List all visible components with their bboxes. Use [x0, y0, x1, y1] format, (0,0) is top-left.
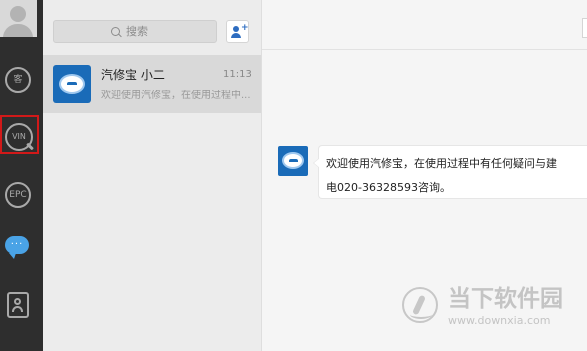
- message-sender-avatar: [278, 146, 308, 176]
- contacts-icon[interactable]: [7, 292, 29, 318]
- magnifier-handle: [26, 142, 34, 151]
- search-icon: [111, 27, 120, 36]
- message-text: 欢迎使用汽修宝，在使用过程中有任何疑问与建 电020-36328593咨询。: [326, 152, 587, 200]
- avatar-body: [3, 24, 33, 37]
- watermark-name: 当下软件园: [448, 286, 563, 312]
- watermark-logo-icon: [402, 287, 438, 323]
- conversation-preview: 欢迎使用汽修宝，在使用过程中...: [101, 90, 251, 101]
- conversation-list-panel: 搜索 + 汽修宝 小二 11:13 欢迎使用汽修宝，在使用过程中...: [43, 0, 262, 351]
- message-bubble: 欢迎使用汽修宝，在使用过程中有任何疑问与建 电020-36328593咨询。: [313, 145, 587, 200]
- chat-header: [262, 0, 587, 50]
- chat-bubble-icon[interactable]: ···: [5, 236, 29, 259]
- epc-icon-label: EPC: [9, 190, 27, 200]
- add-contact-icon: [233, 26, 239, 32]
- watermark-url: www.downxia.com: [448, 314, 551, 327]
- vin-nav-selected-frame[interactable]: VIN: [0, 115, 39, 154]
- left-nav-sidebar: 客 VIN EPC ···: [0, 0, 43, 351]
- epc-icon[interactable]: EPC: [5, 182, 31, 208]
- chat-header-button[interactable]: [582, 18, 587, 38]
- customer-icon-label: 客: [13, 75, 23, 85]
- add-contact-button[interactable]: +: [226, 20, 249, 43]
- search-placeholder: 搜索: [126, 25, 148, 38]
- conversation-time: 11:13: [223, 69, 252, 80]
- qixiubao-logo-avatar: [53, 65, 91, 103]
- message-line-1: 欢迎使用汽修宝，在使用过程中有任何疑问与建: [326, 157, 557, 170]
- conversation-name: 汽修宝 小二: [101, 68, 165, 82]
- avatar-head: [10, 6, 26, 22]
- message-line-2: 电020-36328593咨询。: [326, 181, 451, 194]
- user-avatar[interactable]: [0, 0, 37, 37]
- customer-icon[interactable]: 客: [5, 67, 31, 93]
- vin-icon-label: VIN: [12, 132, 26, 141]
- conversation-list-item[interactable]: 汽修宝 小二 11:13 欢迎使用汽修宝，在使用过程中...: [43, 55, 261, 113]
- search-input[interactable]: 搜索: [53, 20, 217, 43]
